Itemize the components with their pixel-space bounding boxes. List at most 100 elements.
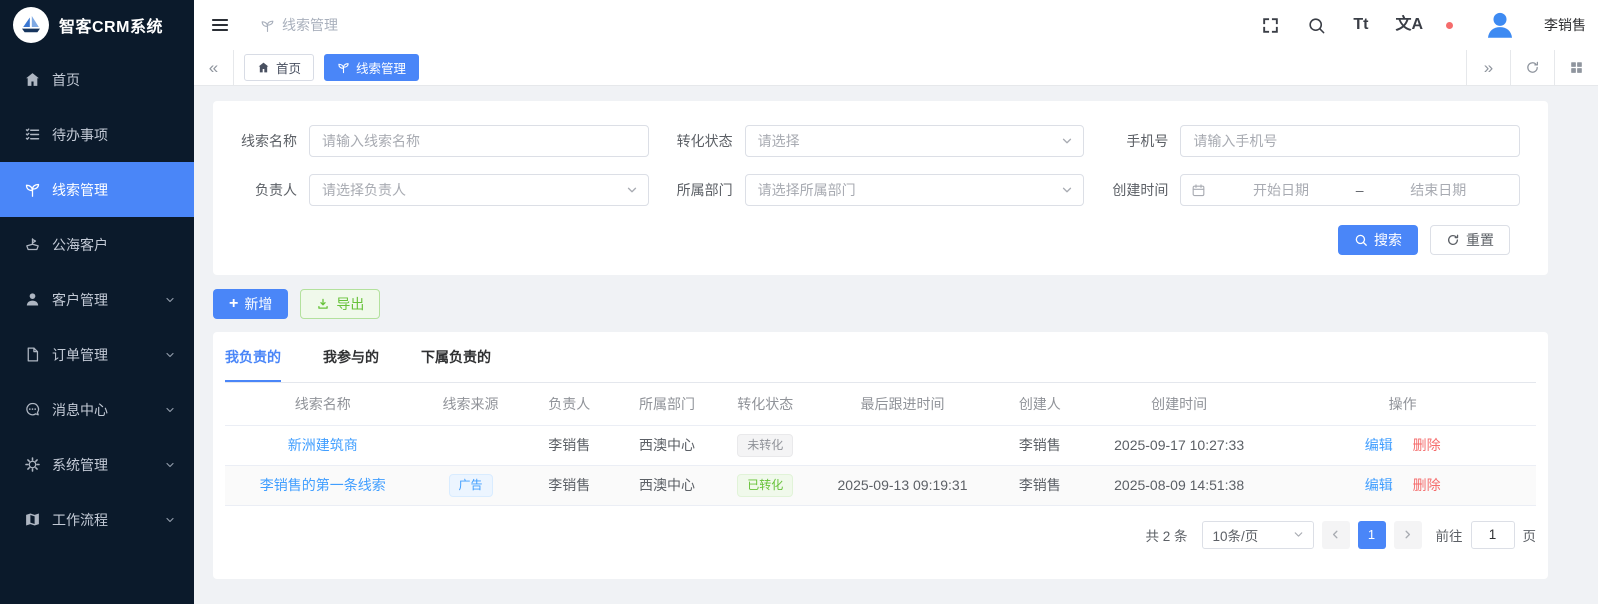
lead-name-input[interactable] — [310, 126, 648, 156]
sidebar-item-workflow[interactable]: 工作流程 — [0, 492, 194, 547]
route-tabs: 首页 线索管理 — [234, 50, 1466, 85]
route-tab-leads[interactable]: 线索管理 — [324, 54, 420, 81]
sidebar-item-leads[interactable]: 线索管理 — [0, 162, 194, 217]
filter-department: 所属部门 — [649, 174, 1085, 206]
edit-link[interactable]: 编辑 — [1365, 437, 1393, 453]
edit-link[interactable]: 编辑 — [1365, 477, 1393, 493]
header-actions: Tt 文A 李销售 — [1261, 8, 1586, 42]
sidebar-item-label: 待办事项 — [52, 126, 108, 143]
delete-link[interactable]: 删除 — [1413, 437, 1441, 453]
next-page-button[interactable] — [1393, 520, 1422, 549]
scroll-right-button[interactable]: » — [1466, 50, 1510, 85]
col-source: 线索来源 — [420, 383, 521, 426]
lead-name-link[interactable]: 李销售的第一条线索 — [260, 477, 386, 493]
created-at-cell: 2025-08-09 14:51:38 — [1088, 465, 1270, 506]
convert-status-select[interactable] — [744, 125, 1085, 157]
search-icon[interactable] — [1307, 16, 1326, 35]
lead-name-link[interactable]: 新洲建筑商 — [288, 437, 358, 453]
workflow-map-icon — [24, 511, 41, 528]
field-label: 转化状态 — [676, 133, 733, 149]
hamburger-menu-icon[interactable] — [210, 15, 230, 35]
convert-status-value[interactable] — [745, 126, 1084, 156]
table-card: 我负责的 我参与的 下属负责的 线索名称 线索来源 负责人 所属部门 转化状态 … — [213, 332, 1548, 579]
col-operations: 操作 — [1269, 383, 1536, 426]
tab-my-leads[interactable]: 我负责的 — [225, 332, 281, 382]
chevron-down-icon — [164, 294, 176, 306]
sidebar-item-public-customers[interactable]: 公海客户 — [0, 217, 194, 272]
department-select[interactable] — [744, 174, 1085, 206]
sidebar-item-label: 客户管理 — [52, 291, 108, 308]
export-button[interactable]: 导出 — [300, 289, 381, 319]
col-last-follow: 最后跟进时间 — [814, 383, 991, 426]
search-button[interactable]: 搜索 — [1338, 225, 1418, 255]
ship-icon — [24, 236, 41, 253]
seedling-icon — [260, 18, 275, 33]
sidebar-item-order-mgmt[interactable]: 订单管理 — [0, 327, 194, 382]
user-icon — [24, 291, 41, 308]
home-icon — [24, 71, 41, 88]
scroll-left-button[interactable]: « — [194, 50, 234, 85]
reset-button[interactable]: 重置 — [1430, 225, 1510, 255]
font-size-icon[interactable]: Tt — [1353, 17, 1368, 33]
owner-value[interactable] — [310, 175, 648, 205]
route-tab-label: 线索管理 — [356, 62, 407, 76]
page-content: 线索名称 转化状态 手机号 — [194, 86, 1598, 604]
language-icon[interactable]: 文A — [1395, 17, 1423, 33]
home-icon — [257, 61, 270, 74]
download-icon — [316, 297, 330, 311]
filter-buttons: 搜索 重置 — [213, 225, 1520, 255]
status-badge: 已转化 — [737, 473, 794, 497]
scope-tabs: 我负责的 我参与的 下属负责的 — [225, 332, 1536, 383]
start-date-input[interactable] — [1210, 175, 1352, 205]
creator-cell: 李销售 — [990, 465, 1089, 506]
owner-select[interactable] — [309, 174, 649, 206]
table-row: 李销售的第一条线索 广告 李销售 西澳中心 已转化 2025-09-13 09:… — [225, 465, 1536, 506]
page-size-value: 10条/页 — [1212, 528, 1259, 544]
goto-page-input[interactable] — [1470, 520, 1515, 549]
sidebar-item-customer-mgmt[interactable]: 客户管理 — [0, 272, 194, 327]
refresh-icon — [1446, 233, 1460, 247]
source-badge: 广告 — [448, 473, 493, 497]
app-logo: 智客CRM系统 — [0, 0, 194, 50]
sidebar-item-message-center[interactable]: 消息中心 — [0, 382, 194, 437]
document-icon — [24, 346, 41, 363]
tab-participating[interactable]: 我参与的 — [323, 332, 379, 382]
breadcrumb: 线索管理 — [260, 15, 338, 35]
pagination: 共 2 条 10条/页 1 前往 页 — [225, 520, 1537, 549]
tab-subordinates[interactable]: 下属负责的 — [421, 332, 491, 382]
page-unit-label: 页 — [1522, 528, 1537, 544]
refresh-icon[interactable] — [1510, 50, 1554, 85]
page-number-button[interactable]: 1 — [1357, 520, 1386, 549]
sidebar-item-system-mgmt[interactable]: 系统管理 — [0, 437, 194, 492]
sidebar-item-todo[interactable]: 待办事项 — [0, 107, 194, 162]
sidebar-item-home[interactable]: 首页 — [0, 52, 194, 107]
route-tab-home[interactable]: 首页 — [244, 54, 315, 81]
todo-list-icon — [24, 126, 41, 143]
avatar[interactable] — [1483, 8, 1517, 42]
department-value[interactable] — [745, 175, 1084, 205]
end-date-input[interactable] — [1367, 175, 1509, 205]
sidebar-item-label: 消息中心 — [52, 401, 108, 418]
prev-page-button[interactable] — [1321, 520, 1350, 549]
sidebar-item-label: 工作流程 — [52, 511, 108, 528]
field-label: 手机号 — [1126, 133, 1169, 149]
add-button[interactable]: + 新增 — [213, 289, 289, 319]
username[interactable]: 李销售 — [1544, 15, 1586, 35]
field-label: 负责人 — [255, 182, 297, 198]
phone-input[interactable] — [1181, 126, 1519, 156]
action-row: + 新增 导出 — [213, 289, 1548, 319]
sidebar-item-label: 公海客户 — [52, 236, 108, 253]
department-cell: 西澳中心 — [617, 425, 717, 466]
delete-link[interactable]: 删除 — [1413, 477, 1441, 493]
field-label: 所属部门 — [676, 182, 733, 198]
grid-icon[interactable] — [1554, 50, 1598, 85]
table-header-row: 线索名称 线索来源 负责人 所属部门 转化状态 最后跟进时间 创建人 创建时间 … — [225, 383, 1536, 426]
search-button-label: 搜索 — [1374, 232, 1402, 248]
date-range-picker[interactable]: – — [1180, 174, 1520, 206]
pagination-total: 共 2 条 — [1145, 528, 1188, 544]
owner-cell: 李销售 — [520, 465, 618, 506]
leads-table: 线索名称 线索来源 负责人 所属部门 转化状态 最后跟进时间 创建人 创建时间 … — [225, 383, 1536, 506]
fullscreen-icon[interactable] — [1261, 16, 1280, 35]
seedling-icon — [24, 181, 41, 198]
page-size-select[interactable]: 10条/页 — [1201, 520, 1314, 549]
